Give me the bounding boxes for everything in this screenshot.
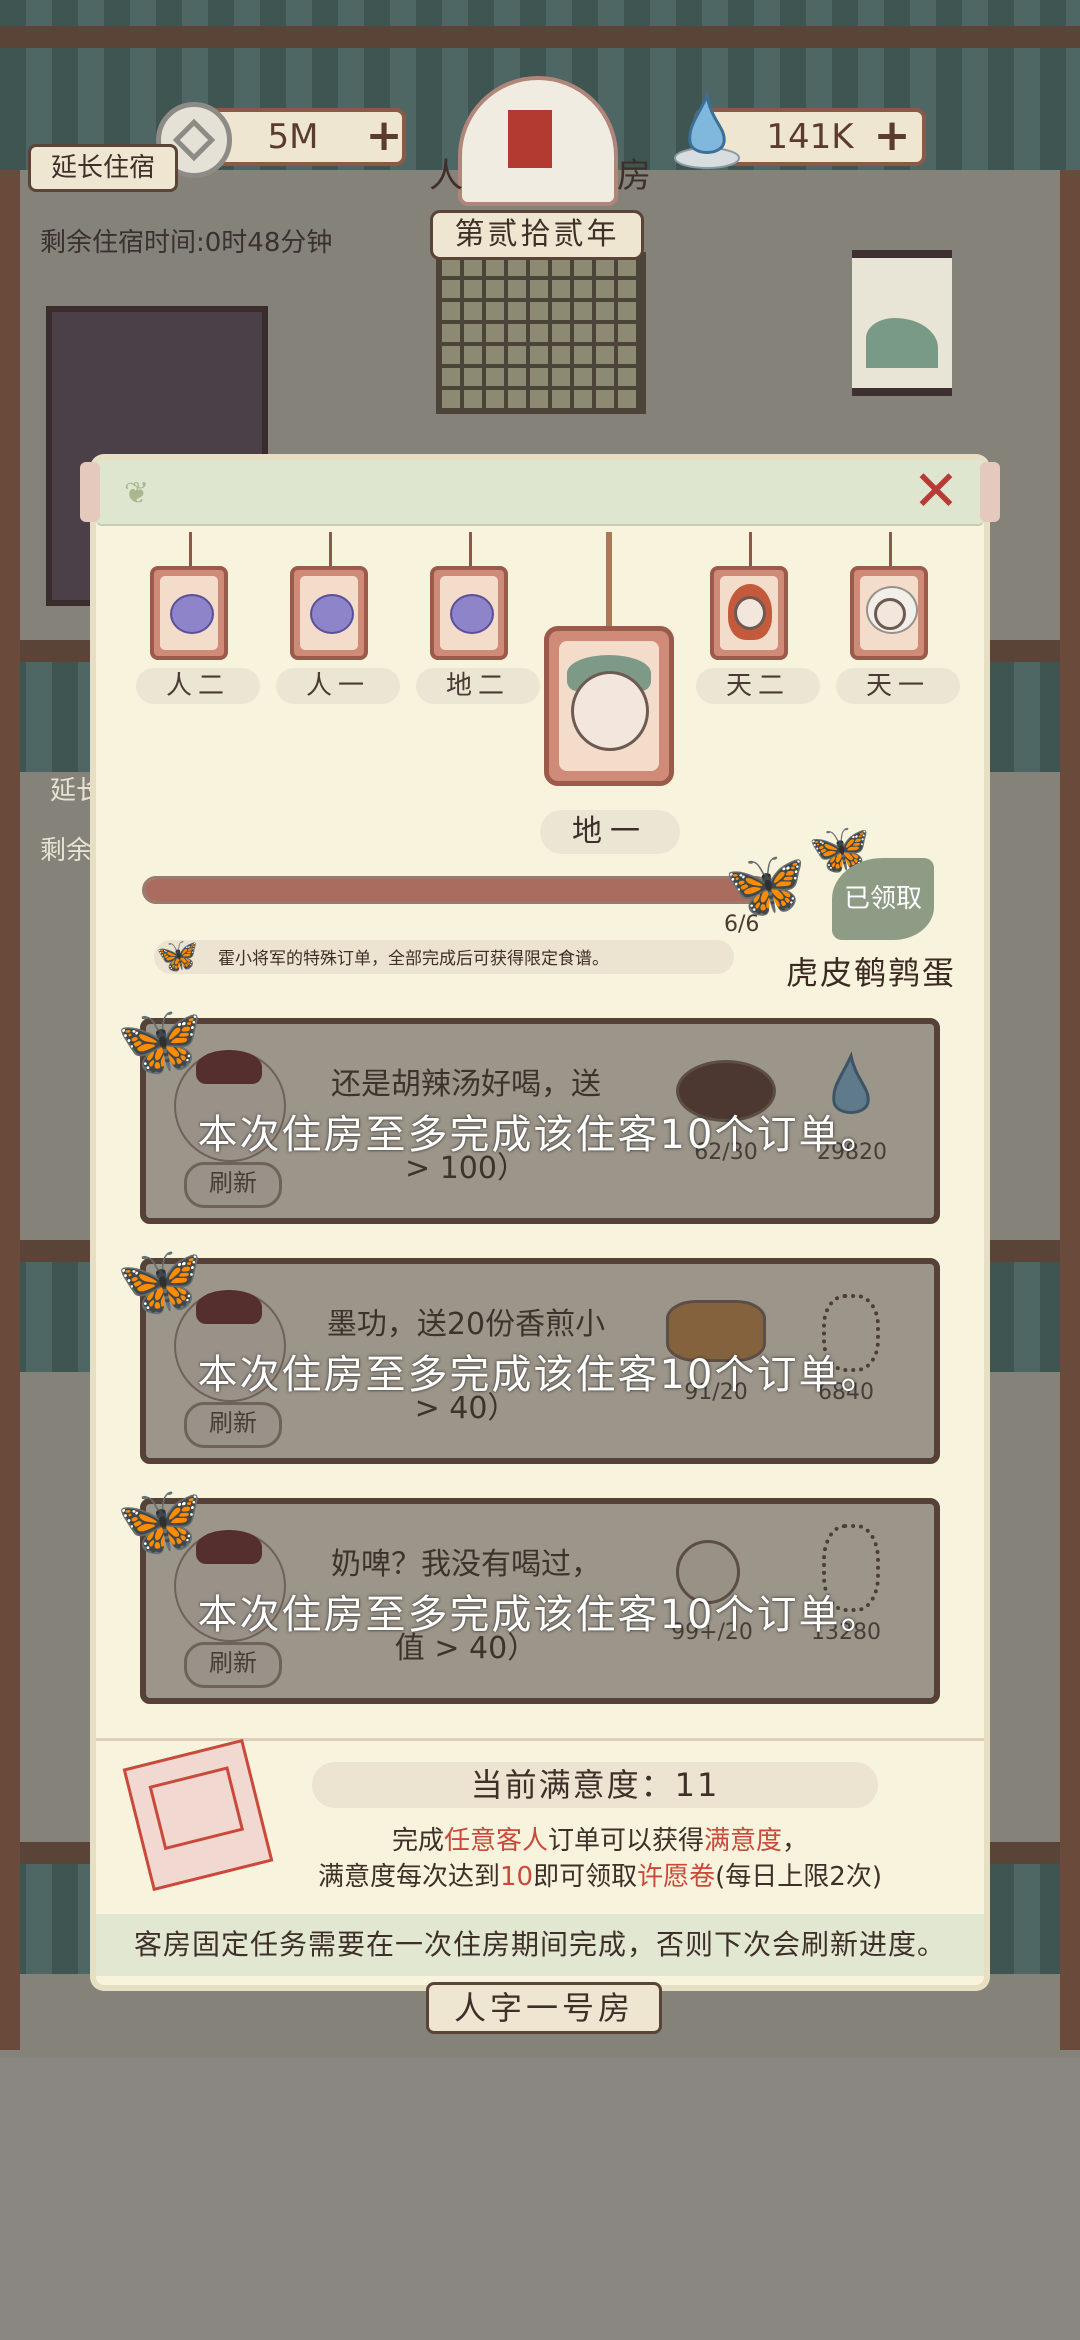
guest-label-tian2: 天二 [696, 668, 820, 704]
pillar [1060, 170, 1080, 2050]
fruit-icon [310, 594, 354, 634]
butterfly-icon: 🦋 [724, 846, 807, 923]
butterfly-icon: 🦋 [116, 1240, 204, 1322]
panel-header-bar [96, 460, 984, 526]
general-portrait [571, 671, 649, 751]
reward-recipe-name: 虎皮鹌鹑蛋 [786, 954, 957, 992]
add-coin-button[interactable]: + [364, 114, 404, 158]
order-limit-message: 本次住房至多完成该住客10个订单。 [197, 1112, 883, 1158]
satisfaction-rule-2: 满意度每次达到10即可领取许愿卷(每日上限2次) [318, 1862, 882, 1892]
room-sign-left: 人 [429, 156, 463, 196]
satisfaction-title: 当前满意度：11 [312, 1762, 878, 1808]
extend-stay-label-2: 延长 [50, 776, 103, 806]
guest-tag-ren1[interactable] [290, 566, 368, 660]
fruit-icon [170, 594, 214, 634]
pagoda-icon [508, 110, 552, 168]
guest-tag-di2[interactable] [430, 566, 508, 660]
spirit-value: 141K [766, 117, 854, 157]
guest-label-ren1: 人一 [276, 668, 400, 704]
extend-stay-button[interactable]: 延长住宿 [28, 144, 178, 192]
lattice-window [436, 252, 646, 414]
water-drop-icon [674, 92, 740, 169]
leaf-icon: ❦ [124, 476, 150, 511]
hint-text: 霍小将军的特殊订单，全部完成后可获得限定食谱。 [218, 949, 609, 969]
butterfly-icon: 🦋 [116, 1000, 204, 1082]
guest-tag-tian2[interactable] [710, 566, 788, 660]
satisfaction-rule-1: 完成任意客人订单可以获得满意度， [391, 1826, 809, 1856]
claimed-button[interactable]: 已领取 [832, 858, 934, 940]
roof-beam [0, 26, 1080, 48]
selected-guest-label: 地一 [540, 810, 680, 854]
guest-label-tian1: 天一 [836, 668, 960, 704]
guest-tag-ren2[interactable] [150, 566, 228, 660]
order-limit-message: 本次住房至多完成该住客10个订单。 [197, 1592, 883, 1638]
task-notice: 客房固定任务需要在一次住房期间完成，否则下次会刷新进度。 [96, 1914, 984, 1976]
guest-tag-tian1[interactable] [850, 566, 928, 660]
scroll-end-left [80, 462, 100, 522]
order-limit-message: 本次住房至多完成该住客10个订单。 [197, 1352, 883, 1398]
butterfly-icon: 🦋 [156, 936, 199, 976]
room-name-tag: 人字一号房 [426, 1982, 662, 2034]
remaining-label-2: 剩余 [40, 836, 93, 866]
guest-label-di2: 地二 [416, 668, 540, 704]
bottom-blank [0, 2058, 1080, 2340]
add-spirit-button[interactable]: + [872, 114, 912, 158]
guest-tag-di1-selected[interactable] [544, 626, 674, 786]
coin-value: 5M [267, 117, 319, 157]
white-hair-portrait [874, 598, 906, 630]
era-label: 第贰拾贰年 [430, 210, 644, 260]
remaining-time: 剩余住宿时间:0时48分钟 [40, 228, 333, 258]
red-hair-portrait [734, 596, 766, 630]
pillar [0, 170, 20, 2050]
fruit-icon [450, 594, 494, 634]
order-progress-fill [145, 879, 767, 901]
guest-label-ren2: 人二 [136, 668, 260, 704]
hanging-scroll [852, 250, 952, 396]
order-progress-bar [142, 876, 770, 904]
scroll-end-right [980, 462, 1000, 522]
close-icon[interactable]: ✕ [910, 464, 962, 520]
butterfly-icon: 🦋 [116, 1480, 204, 1562]
room-sign-right: 房 [617, 156, 651, 196]
